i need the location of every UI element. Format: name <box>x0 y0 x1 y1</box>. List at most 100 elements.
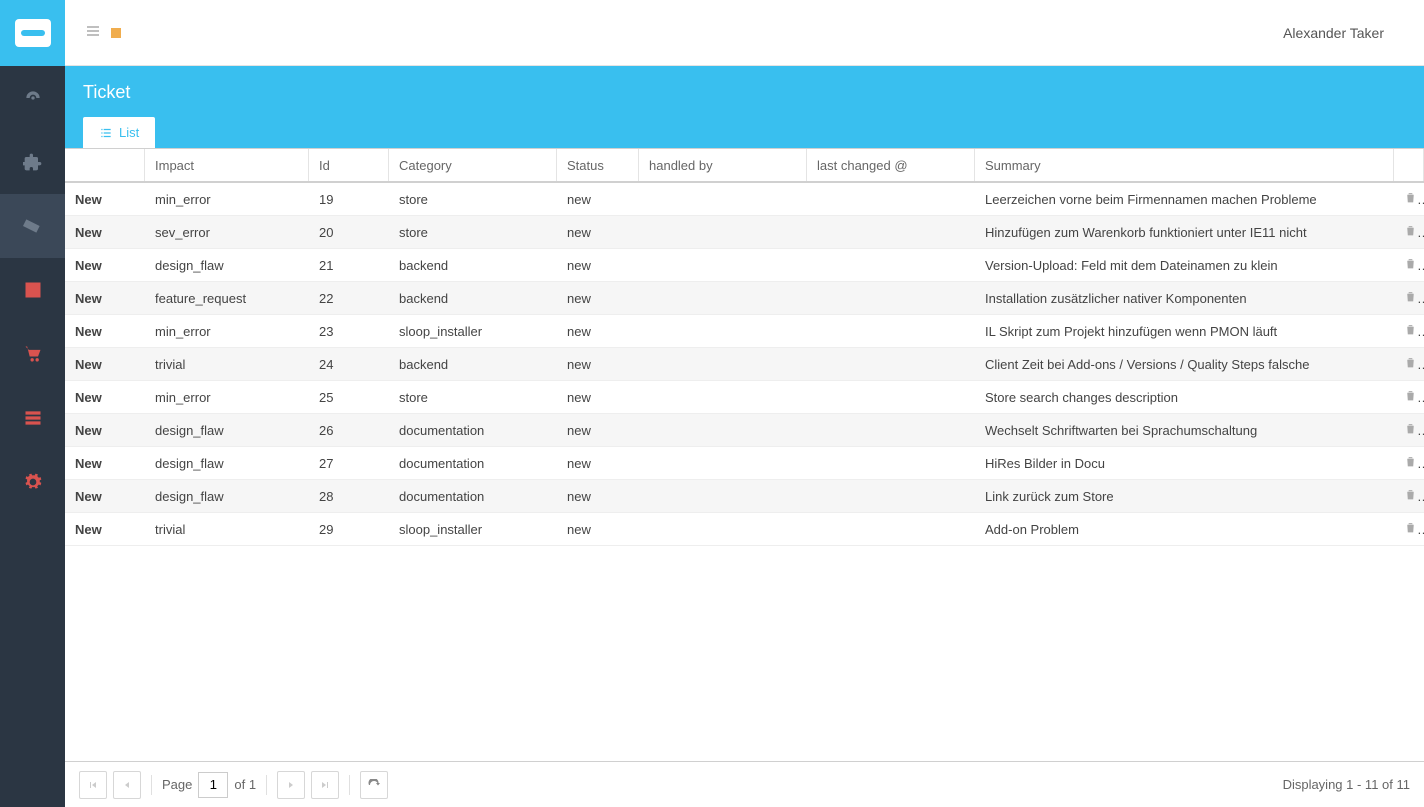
cell-category: sloop_installer <box>389 522 557 537</box>
cell-category: backend <box>389 258 557 273</box>
delete-button[interactable] <box>1404 192 1417 207</box>
table-row[interactable]: Newtrivial29sloop_installernewAdd-on Pro… <box>65 513 1424 546</box>
table-row[interactable]: Newmin_error23sloop_installernewIL Skrip… <box>65 315 1424 348</box>
col-summary[interactable]: Summary <box>975 149 1394 181</box>
cell-category: store <box>389 390 557 405</box>
list-icon <box>99 126 113 140</box>
cell-status: new <box>557 291 639 306</box>
puzzle-icon <box>23 152 43 172</box>
col-id[interactable]: Id <box>309 149 389 181</box>
cell-new: New <box>65 225 145 240</box>
delete-button[interactable] <box>1404 423 1417 438</box>
cell-status: new <box>557 192 639 207</box>
col-status[interactable]: Status <box>557 149 639 181</box>
cell-new: New <box>65 258 145 273</box>
cell-summary: Version-Upload: Feld mit dem Dateinamen … <box>975 258 1394 273</box>
table-row[interactable]: Newsev_error20storenewHinzufügen zum War… <box>65 216 1424 249</box>
cell-impact: sev_error <box>145 225 309 240</box>
cell-category: documentation <box>389 489 557 504</box>
cell-status: new <box>557 357 639 372</box>
cell-category: documentation <box>389 423 557 438</box>
cogs-icon <box>23 472 43 492</box>
pager-display: Displaying 1 - 11 of 11 <box>1283 777 1410 792</box>
table-row[interactable]: Newmin_error25storenewStore search chang… <box>65 381 1424 414</box>
cell-id: 20 <box>309 225 389 240</box>
nav-servers[interactable] <box>0 386 65 450</box>
pager-page-label: Page <box>162 777 192 792</box>
user-name[interactable]: Alexander Taker <box>1283 25 1404 41</box>
nav-settings[interactable] <box>0 450 65 514</box>
nav-dashboard[interactable] <box>0 66 65 130</box>
delete-button[interactable] <box>1404 291 1417 306</box>
table-row[interactable]: Newtrivial24backendnewClient Zeit bei Ad… <box>65 348 1424 381</box>
pager-next[interactable] <box>277 771 305 799</box>
col-last-changed[interactable]: last changed @ <box>807 149 975 181</box>
pager-page-input[interactable] <box>198 772 228 798</box>
cell-id: 21 <box>309 258 389 273</box>
nav-cart[interactable] <box>0 322 65 386</box>
last-icon <box>319 779 331 791</box>
pager-first[interactable] <box>79 771 107 799</box>
cell-new: New <box>65 324 145 339</box>
cell-status: new <box>557 423 639 438</box>
nav-tickets[interactable] <box>0 194 65 258</box>
col-impact[interactable]: Impact <box>145 149 309 181</box>
image-icon <box>23 280 43 300</box>
table-row[interactable]: Newmin_error19storenewLeerzeichen vorne … <box>65 183 1424 216</box>
grid-body: Newmin_error19storenewLeerzeichen vorne … <box>65 183 1424 761</box>
topbar: Alexander Taker <box>65 0 1424 66</box>
delete-button[interactable] <box>1404 456 1417 471</box>
cell-id: 28 <box>309 489 389 504</box>
app-logo[interactable] <box>0 0 65 66</box>
cell-summary: Installation zusätzlicher nativer Kompon… <box>975 291 1394 306</box>
nav-images[interactable] <box>0 258 65 322</box>
cell-id: 22 <box>309 291 389 306</box>
cell-id: 25 <box>309 390 389 405</box>
col-actions <box>1394 149 1424 181</box>
cell-impact: min_error <box>145 390 309 405</box>
delete-button[interactable] <box>1404 390 1417 405</box>
cell-new: New <box>65 192 145 207</box>
delete-button[interactable] <box>1404 357 1417 372</box>
delete-button[interactable] <box>1404 225 1417 240</box>
cell-category: backend <box>389 291 557 306</box>
cell-impact: min_error <box>145 324 309 339</box>
cell-id: 26 <box>309 423 389 438</box>
col-category[interactable]: Category <box>389 149 557 181</box>
cell-impact: trivial <box>145 522 309 537</box>
cell-new: New <box>65 522 145 537</box>
pager-prev[interactable] <box>113 771 141 799</box>
delete-button[interactable] <box>1404 489 1417 504</box>
delete-button[interactable] <box>1404 522 1417 537</box>
cell-impact: design_flaw <box>145 456 309 471</box>
next-icon <box>285 779 297 791</box>
tab-list[interactable]: List <box>83 117 155 148</box>
table-row[interactable]: Newdesign_flaw28documentationnewLink zur… <box>65 480 1424 513</box>
delete-button[interactable] <box>1404 258 1417 273</box>
pager-refresh[interactable] <box>360 771 388 799</box>
cell-summary: Wechselt Schriftwarten bei Sprachumschal… <box>975 423 1394 438</box>
cell-impact: design_flaw <box>145 258 309 273</box>
table-row[interactable]: Newfeature_request22backendnewInstallati… <box>65 282 1424 315</box>
cell-new: New <box>65 291 145 306</box>
delete-button[interactable] <box>1404 324 1417 339</box>
pager-last[interactable] <box>311 771 339 799</box>
table-row[interactable]: Newdesign_flaw21backendnewVersion-Upload… <box>65 249 1424 282</box>
first-icon <box>87 779 99 791</box>
menu-toggle[interactable] <box>85 23 101 42</box>
status-indicator <box>111 28 121 38</box>
cell-impact: design_flaw <box>145 423 309 438</box>
prev-icon <box>121 779 133 791</box>
cell-status: new <box>557 324 639 339</box>
col-handled-by[interactable]: handled by <box>639 149 807 181</box>
pager: Page of 1 Displaying 1 - 11 of 11 <box>65 761 1424 807</box>
ticket-icon <box>23 216 43 236</box>
cell-summary: IL Skript zum Projekt hinzufügen wenn PM… <box>975 324 1394 339</box>
gauge-icon <box>23 88 43 108</box>
cell-new: New <box>65 423 145 438</box>
table-row[interactable]: Newdesign_flaw27documentationnewHiRes Bi… <box>65 447 1424 480</box>
nav-plugins[interactable] <box>0 130 65 194</box>
cell-category: store <box>389 225 557 240</box>
table-row[interactable]: Newdesign_flaw26documentationnew Wechselt… <box>65 414 1424 447</box>
col-new[interactable] <box>65 149 145 181</box>
